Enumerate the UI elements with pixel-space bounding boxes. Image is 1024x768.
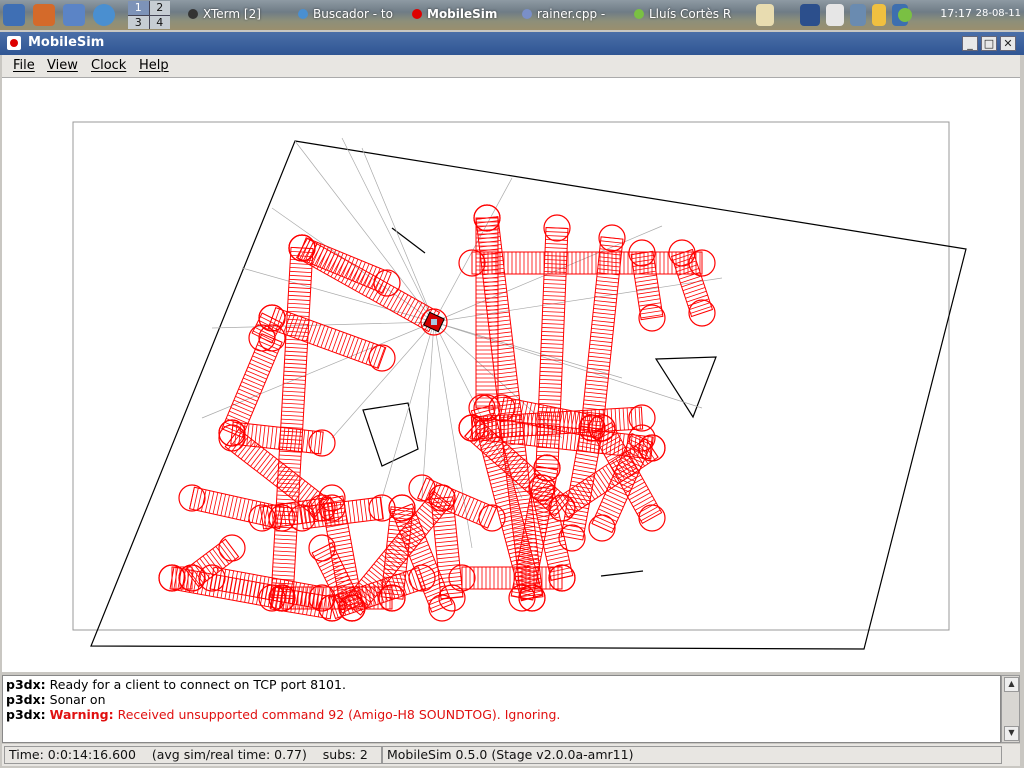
log-source: p3dx: [6, 692, 46, 707]
menu-clock[interactable]: Clock [91, 58, 126, 73]
mobilesim-app-icon[interactable] [7, 36, 21, 50]
network-icon[interactable] [850, 4, 866, 26]
sonar-ray [421, 321, 435, 499]
sonar-ray [201, 321, 435, 419]
statusbar: Time: 0:0:14:16.600 (avg sim/real time: … [2, 744, 1020, 766]
klipper-icon[interactable] [756, 4, 774, 26]
robot-trails [158, 204, 716, 622]
sonar-ray [381, 321, 435, 499]
log-source: p3dx: [6, 707, 46, 722]
message-log[interactable]: p3dx: Ready for a client to connect on T… [2, 675, 1001, 743]
trail-segment [318, 564, 436, 622]
sim-time: Time: 0:0:14:16.600 [9, 747, 136, 762]
workspace-3[interactable]: 3 [128, 15, 149, 29]
task-buscador[interactable]: Buscador - to [298, 7, 393, 21]
obstacle-triangle [654, 356, 717, 419]
display-icon[interactable] [800, 4, 820, 26]
trail-segment [218, 324, 286, 447]
trail-segment [338, 484, 456, 622]
obstacle-wall-segment [600, 570, 644, 577]
workspace-1[interactable]: 1 [128, 1, 149, 15]
menu-view[interactable]: View [47, 58, 78, 73]
simulation-map[interactable] [2, 78, 1020, 672]
task-rainer[interactable]: rainer.cpp - [522, 7, 605, 21]
sonar-ray [341, 137, 435, 323]
browser-launcher-icon[interactable] [93, 4, 115, 26]
log-scrollbar[interactable]: ▲ ▼ [1001, 675, 1020, 743]
task-chat[interactable]: Lluís Cortès R [634, 7, 731, 21]
menu-file[interactable]: File [13, 58, 35, 73]
task-label: Buscador - to [313, 7, 393, 21]
mobilesim-icon [412, 9, 422, 19]
scroll-up-icon[interactable]: ▲ [1004, 677, 1019, 692]
subscriptions: subs: 2 [322, 747, 368, 762]
settings-icon[interactable] [63, 4, 85, 26]
sonar-ray [433, 277, 723, 323]
task-mobilesim[interactable]: MobileSim [412, 7, 497, 21]
log-line: p3dx: Warning: Received unsupported comm… [6, 707, 560, 722]
start-menu-icon[interactable] [3, 4, 25, 26]
sonar-ray [433, 321, 623, 379]
maximize-button[interactable]: □ [981, 36, 997, 51]
simulation-canvas[interactable] [2, 78, 1020, 672]
task-label: XTerm [2] [203, 7, 261, 21]
chat-icon [634, 9, 644, 19]
sonar-ray [433, 321, 703, 409]
date[interactable]: 28-08-11 [976, 8, 1021, 19]
trail-segment [448, 564, 576, 592]
sonar-ray [294, 140, 435, 323]
home-icon[interactable] [33, 4, 55, 26]
log-warning-label: Warning: [49, 707, 114, 722]
robot-sensor [431, 319, 437, 325]
update-icon[interactable] [872, 4, 886, 26]
terminal-icon [188, 9, 198, 19]
trail-segment [258, 304, 396, 372]
map-outer-wall [90, 140, 967, 650]
window-list-icon[interactable] [826, 4, 844, 26]
task-xterm[interactable]: XTerm [2] [188, 7, 261, 21]
task-label: MobileSim [427, 7, 498, 21]
log-text: Sonar on [49, 692, 106, 707]
status-icon[interactable] [898, 8, 912, 22]
workspace-2[interactable]: 2 [149, 1, 170, 15]
status-time-cell: Time: 0:0:14:16.600 (avg sim/real time: … [4, 746, 382, 764]
editor-icon [522, 9, 532, 19]
log-text: Received unsupported command 92 (Amigo-H… [117, 707, 561, 722]
minimize-button[interactable]: _ [962, 36, 978, 51]
log-line: p3dx: Ready for a client to connect on T… [6, 677, 346, 692]
obstacle-square [362, 402, 419, 467]
sonar-ray [271, 207, 435, 323]
log-line: p3dx: Sonar on [6, 692, 106, 707]
log-source: p3dx: [6, 677, 46, 692]
browser-icon [298, 9, 308, 19]
trail-segment [198, 564, 336, 612]
log-text: Ready for a client to connect on TCP por… [49, 677, 346, 692]
workspace-4[interactable]: 4 [149, 15, 170, 29]
trail-segment [268, 234, 316, 612]
window-titlebar[interactable]: MobileSim _ □ ✕ [0, 32, 1024, 55]
taskbar: 1 2 3 4 XTerm [2] Buscador - to MobileSi… [0, 0, 1024, 30]
clock[interactable]: 17:17 [940, 7, 972, 20]
sonar-ray [331, 321, 435, 439]
menubar: File View Clock Help [2, 55, 1020, 78]
task-label: Lluís Cortès R [649, 7, 732, 21]
trail-segment [288, 234, 401, 297]
window-title: MobileSim [28, 35, 105, 50]
task-label: rainer.cpp - [537, 7, 606, 21]
trail-segment [528, 474, 576, 592]
status-version: MobileSim 0.5.0 (Stage v2.0.0a-amr11) [382, 746, 1002, 764]
close-button[interactable]: ✕ [1000, 36, 1016, 51]
sim-ratio: (avg sim/real time: 0.77) [151, 747, 307, 762]
sonar-ray [241, 267, 435, 323]
scroll-down-icon[interactable]: ▼ [1004, 726, 1019, 741]
workspace-pager[interactable]: 1 2 3 4 [128, 1, 170, 29]
menu-help[interactable]: Help [139, 58, 169, 73]
